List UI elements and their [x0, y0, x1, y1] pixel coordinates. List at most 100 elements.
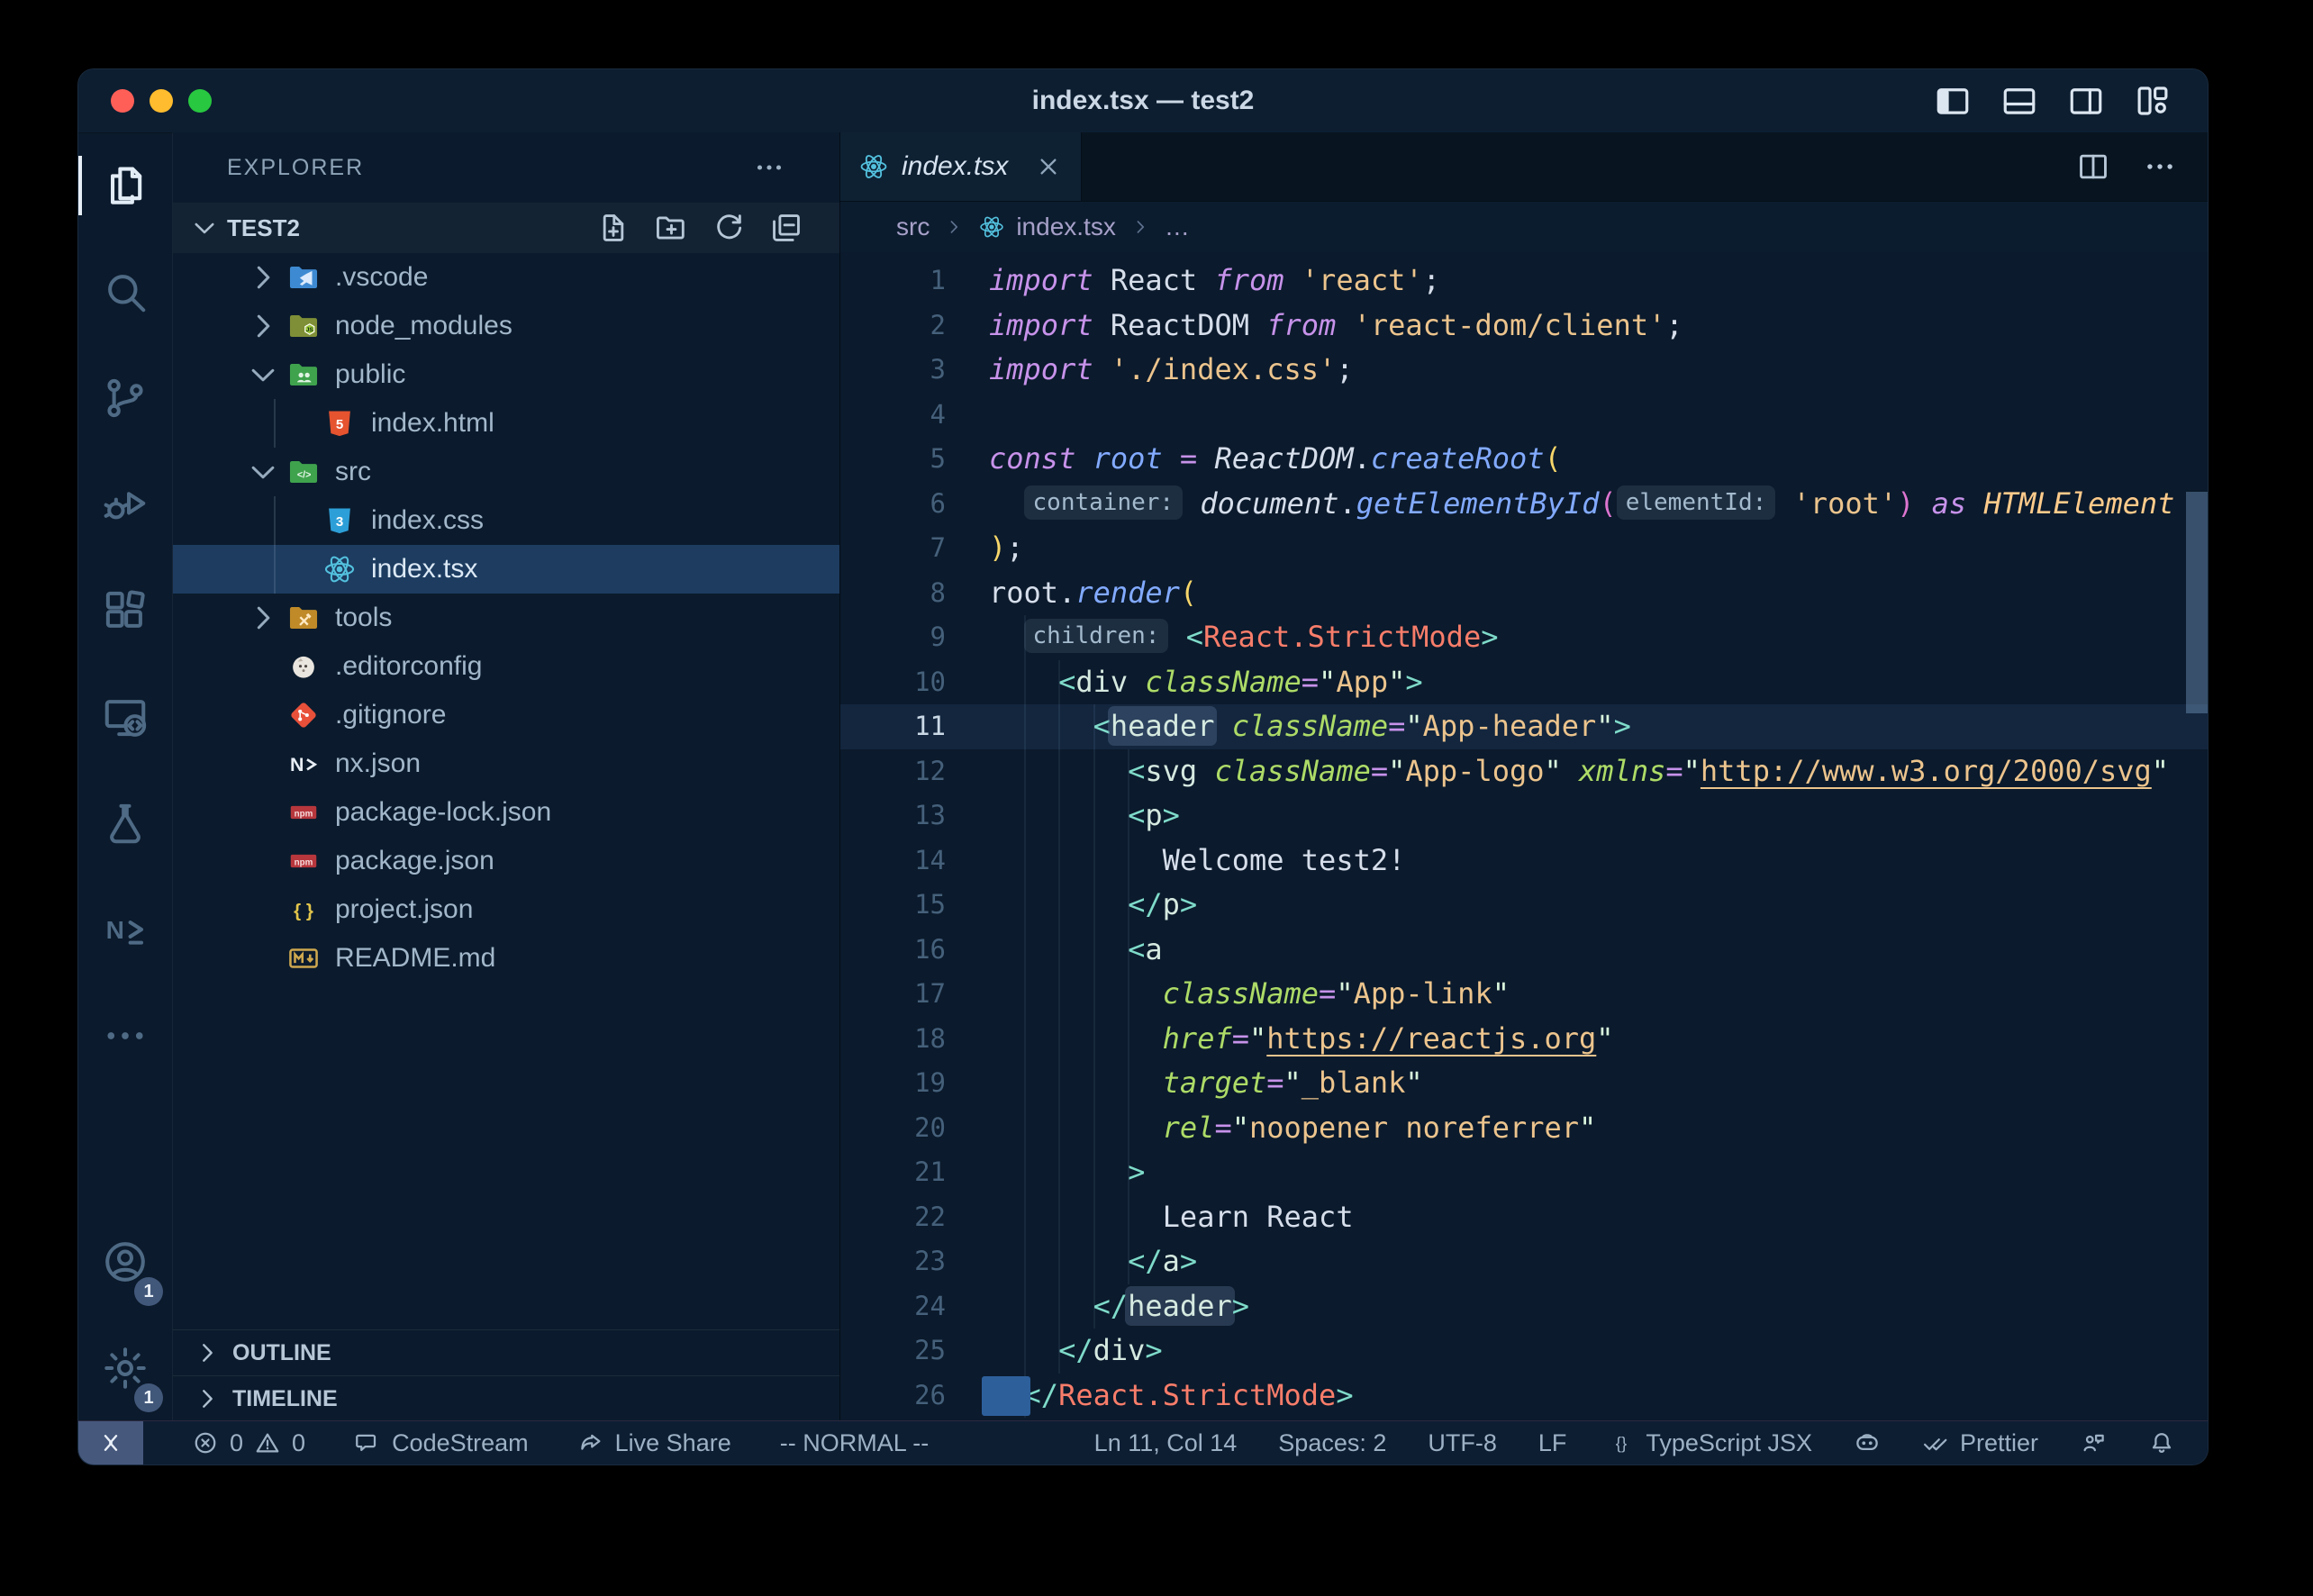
status-label: CodeStream — [392, 1429, 529, 1457]
tree-item-index.css[interactable]: 3index.css — [173, 496, 839, 545]
more-icon[interactable] — [2143, 150, 2177, 184]
tree-item-label: package-lock.json — [335, 797, 551, 828]
layout-sidebar-left-icon[interactable] — [1934, 82, 1972, 120]
feedback-icon — [2080, 1429, 2107, 1456]
line-number: 22 — [840, 1195, 989, 1240]
selection-block — [982, 1376, 1030, 1416]
testing-icon — [101, 799, 150, 848]
error-circle-icon — [192, 1429, 219, 1456]
code-line-text: <a — [989, 928, 1163, 973]
code-line-text: Welcome test2! — [989, 839, 1405, 884]
tree-item-.gitignore[interactable]: .gitignore — [173, 691, 839, 739]
code-line-text: </React.StrictMode> — [989, 1374, 1354, 1419]
breadcrumb-item[interactable]: index.tsx — [978, 213, 1116, 241]
activity-run-debug[interactable] — [78, 451, 172, 558]
code-line-5: 5const root = ReactDOM.createRoot( — [840, 437, 2208, 482]
tree-item-project.json[interactable]: { }project.json — [173, 885, 839, 934]
line-number: 8 — [840, 571, 989, 616]
tree-item-package-lock.json[interactable]: npmpackage-lock.json — [173, 788, 839, 837]
new-file-icon[interactable] — [596, 211, 630, 245]
tree-item-.vscode[interactable]: .vscode — [173, 253, 839, 302]
sidebar-section-label: TIMELINE — [232, 1386, 338, 1412]
editor-scrollbar[interactable] — [2186, 492, 2208, 713]
activity-settings[interactable]: 1 — [78, 1315, 172, 1421]
activity-remote-explorer[interactable] — [78, 664, 172, 770]
code-line-6: 6 container: document.getElementById(ele… — [840, 482, 2208, 527]
status-feedback[interactable] — [2080, 1429, 2107, 1456]
window-controls — [78, 89, 212, 113]
tree-item-node_modules[interactable]: JSnode_modules — [173, 302, 839, 350]
activity-accounts[interactable]: 1 — [78, 1209, 172, 1315]
activity-source-control[interactable] — [78, 345, 172, 451]
layout-panel-bottom-icon[interactable] — [2000, 82, 2038, 120]
tree-item-index.tsx[interactable]: index.tsx — [173, 545, 839, 594]
tree-item-index.html[interactable]: 5index.html — [173, 399, 839, 448]
status-codestream[interactable]: CodeStream — [354, 1429, 529, 1457]
more-icon[interactable] — [753, 151, 785, 184]
layout-sidebar-right-icon[interactable] — [2067, 82, 2105, 120]
layout-grid-icon[interactable] — [2134, 82, 2172, 120]
code-line-text: rel="noopener noreferrer" — [989, 1106, 1596, 1151]
workspace-section-header[interactable]: TEST2 — [173, 203, 839, 253]
activity-nx-console[interactable]: N — [78, 876, 172, 983]
code-line-24: 24 </header> — [840, 1284, 2208, 1329]
line-number: 2 — [840, 304, 989, 349]
traffic-light-minimize[interactable] — [150, 89, 173, 113]
tab-index-tsx[interactable]: index.tsx — [840, 132, 1082, 201]
refresh-icon[interactable] — [712, 211, 746, 245]
traffic-light-close[interactable] — [111, 89, 134, 113]
status-live-share[interactable]: Live Share — [577, 1429, 731, 1457]
activity-search[interactable] — [78, 239, 172, 345]
code-line-text: import ReactDOM from 'react-dom/client'; — [989, 304, 1683, 349]
tree-item-package.json[interactable]: npmpackage.json — [173, 837, 839, 885]
collapse-all-icon[interactable] — [769, 211, 803, 245]
status-copilot[interactable] — [1854, 1429, 1881, 1456]
status-vim-mode[interactable]: -- NORMAL -- — [780, 1429, 929, 1457]
line-number: 21 — [840, 1150, 989, 1195]
traffic-light-zoom[interactable] — [188, 89, 212, 113]
status-formatter[interactable]: Prettier — [1922, 1429, 2038, 1457]
activity-extensions[interactable] — [78, 558, 172, 664]
status-notifications[interactable] — [2148, 1429, 2175, 1456]
tree-item-public[interactable]: public — [173, 350, 839, 399]
titlebar[interactable]: index.tsx — test2 — [78, 69, 2208, 133]
status-eol[interactable]: LF — [1538, 1429, 1567, 1457]
svg-text:npm: npm — [295, 857, 313, 867]
tree-item-label: index.tsx — [371, 554, 477, 585]
status-remote-indicator[interactable] — [78, 1421, 143, 1465]
activity-testing[interactable] — [78, 770, 172, 876]
sidebar-section-timeline[interactable]: TIMELINE — [173, 1375, 839, 1421]
split-editor-icon[interactable] — [2076, 150, 2110, 184]
warning-icon — [254, 1429, 281, 1456]
status-language-mode[interactable]: {}TypeScript JSX — [1608, 1429, 1812, 1457]
close-icon[interactable] — [1034, 152, 1063, 181]
status-indentation[interactable]: Spaces: 2 — [1278, 1429, 1386, 1457]
code-line-10: 10 <div className="App"> — [840, 660, 2208, 705]
code-line-18: 18 href="https://reactjs.org" — [840, 1017, 2208, 1062]
tree-item-tools[interactable]: tools — [173, 594, 839, 642]
tree-indent-guide — [274, 496, 276, 594]
tree-item-src[interactable]: </>src — [173, 448, 839, 496]
code-line-23: 23 </a> — [840, 1239, 2208, 1284]
activity-files[interactable] — [78, 132, 172, 239]
nx-console-icon: N — [101, 905, 150, 954]
run-debug-icon — [101, 480, 150, 529]
editor-group: index.tsx src index.tsx … 1import React fr… — [840, 132, 2208, 1421]
activity-more[interactable] — [78, 983, 172, 1089]
tree-item-.editorconfig[interactable]: .editorconfig — [173, 642, 839, 691]
new-folder-icon[interactable] — [654, 211, 688, 245]
files-icon — [101, 161, 150, 210]
line-number: 15 — [840, 883, 989, 928]
status-cursor-position[interactable]: Ln 11, Col 14 — [1094, 1429, 1238, 1457]
breadcrumb-item[interactable]: src — [896, 213, 930, 241]
sidebar-section-outline[interactable]: OUTLINE — [173, 1329, 839, 1375]
breadcrumb-item[interactable]: … — [1165, 213, 1190, 241]
code-editor[interactable]: 1import React from 'react';2import React… — [840, 251, 2208, 1421]
tree-item-nx.json[interactable]: Nnx.json — [173, 739, 839, 788]
bell-icon — [2148, 1429, 2175, 1456]
status-problems[interactable]: 00 — [192, 1429, 305, 1457]
status-encoding[interactable]: UTF-8 — [1428, 1429, 1497, 1457]
code-line-text: <p> — [989, 793, 1180, 839]
chevron-down-icon — [245, 454, 281, 490]
tree-item-README.md[interactable]: README.md — [173, 934, 839, 983]
